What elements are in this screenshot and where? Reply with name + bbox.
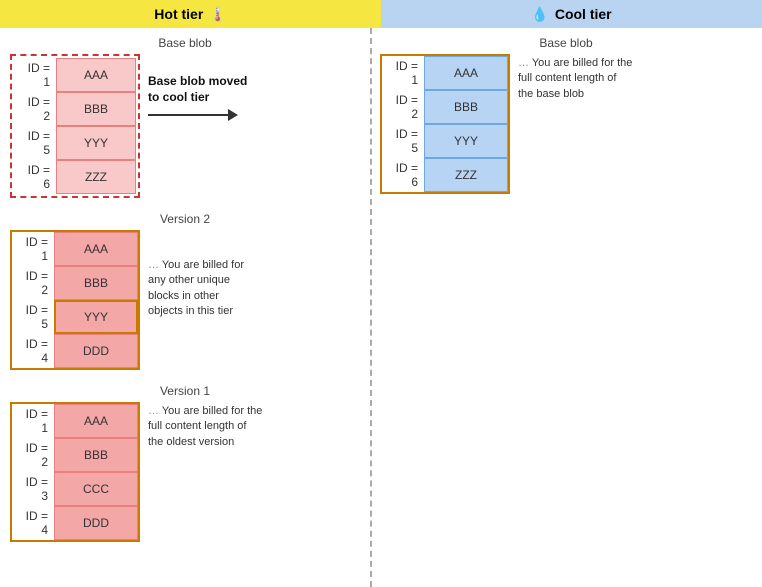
id-cell: ID = 1 <box>12 232 54 266</box>
data-cell-highlight: YYY <box>54 300 138 334</box>
hot-icon: 🌡️ <box>209 6 226 23</box>
data-cell: ZZZ <box>424 158 508 192</box>
table-row: ID = 2 BBB <box>14 92 136 126</box>
move-label: Base blob movedto cool tier <box>148 74 247 105</box>
cool-base-blob-wrapper: ID = 1 AAA ID = 2 BBB ID = 5 YYY ID = 6 … <box>380 54 510 194</box>
table-row: ID = 2 BBB <box>12 438 138 472</box>
table-row: ID = 2 BBB <box>382 90 508 124</box>
table-row: ID = 5 YYY <box>382 124 508 158</box>
data-cell: ZZZ <box>56 160 136 194</box>
hot-tier-text: Hot tier <box>154 6 203 22</box>
table-row: ID = 4 DDD <box>12 506 138 540</box>
id-cell: ID = 2 <box>12 266 54 300</box>
id-cell: ID = 1 <box>14 58 56 92</box>
version2-note: … You are billed forany other uniquebloc… <box>148 230 244 320</box>
version2-table-wrapper: ID = 1 AAA ID = 2 BBB ID = 5 YYY ID = <box>10 230 140 370</box>
id-cell: ID = 6 <box>382 158 424 192</box>
data-cell: BBB <box>424 90 508 124</box>
version2-table: ID = 1 AAA ID = 2 BBB ID = 5 YYY ID = <box>12 232 138 368</box>
table-row: ID = 1 AAA <box>12 404 138 438</box>
id-cell: ID = 4 <box>12 334 54 368</box>
data-cell: AAA <box>424 56 508 90</box>
cool-base-blob-title: Base blob <box>380 36 752 50</box>
table-row: ID = 5 YYY <box>14 126 136 160</box>
cool-icon: 💧 <box>531 6 548 23</box>
id-cell: ID = 3 <box>12 472 54 506</box>
version2-section: Version 2 ID = 1 AAA ID = 2 BBB ID = 5 <box>10 212 360 370</box>
data-cell: DDD <box>54 506 138 540</box>
id-cell: ID = 1 <box>382 56 424 90</box>
table-row: ID = 5 YYY <box>12 300 138 334</box>
table-row: ID = 3 CCC <box>12 472 138 506</box>
id-cell: ID = 2 <box>382 90 424 124</box>
data-cell: AAA <box>54 232 138 266</box>
data-cell: AAA <box>54 404 138 438</box>
arrow <box>148 109 238 121</box>
table-row: ID = 4 DDD <box>12 334 138 368</box>
base-blob-hot-title: Base blob <box>10 36 360 50</box>
id-cell: ID = 6 <box>14 160 56 194</box>
main-content: Base blob ID = 1 AAA ID = 2 BBB ID = 5 <box>0 28 762 587</box>
data-cell: BBB <box>54 438 138 472</box>
data-cell: DDD <box>54 334 138 368</box>
cool-side: Base blob ID = 1 AAA ID = 2 BBB ID = 5 Y… <box>370 28 762 587</box>
version1-table: ID = 1 AAA ID = 2 BBB ID = 3 CCC ID = <box>12 404 138 540</box>
data-cell: BBB <box>56 92 136 126</box>
id-cell: ID = 5 <box>14 126 56 160</box>
version1-title: Version 1 <box>10 384 360 398</box>
version2-title: Version 2 <box>10 212 360 226</box>
version1-table-wrapper: ID = 1 AAA ID = 2 BBB ID = 3 CCC ID = <box>10 402 140 542</box>
table-row: ID = 1 AAA <box>382 56 508 90</box>
id-cell: ID = 5 <box>12 300 54 334</box>
base-blob-hot-table-wrapper: ID = 1 AAA ID = 2 BBB ID = 5 YYY ID = <box>10 54 140 198</box>
data-cell: YYY <box>424 124 508 158</box>
id-cell: ID = 2 <box>14 92 56 126</box>
base-blob-hot-table: ID = 1 AAA ID = 2 BBB ID = 5 YYY ID = <box>14 58 136 194</box>
cool-tier-label: 💧 Cool tier <box>381 0 762 28</box>
hot-tier-label: Hot tier 🌡️ <box>0 0 381 28</box>
id-cell: ID = 4 <box>12 506 54 540</box>
cool-base-blob-note: … You are billed for thefull content len… <box>518 54 632 102</box>
id-cell: ID = 1 <box>12 404 54 438</box>
table-row: ID = 2 BBB <box>12 266 138 300</box>
table-row: ID = 1 AAA <box>12 232 138 266</box>
version1-note: … You are billed for thefull content len… <box>148 402 262 450</box>
data-cell: YYY <box>56 126 136 160</box>
table-row: ID = 6 ZZZ <box>382 158 508 192</box>
data-cell: AAA <box>56 58 136 92</box>
id-cell: ID = 5 <box>382 124 424 158</box>
version1-section: Version 1 ID = 1 AAA ID = 2 BBB ID = 3 <box>10 384 360 542</box>
id-cell: ID = 2 <box>12 438 54 472</box>
base-blob-hot-section: Base blob ID = 1 AAA ID = 2 BBB ID = 5 <box>10 36 360 198</box>
hot-side: Base blob ID = 1 AAA ID = 2 BBB ID = 5 <box>0 28 370 587</box>
cool-tier-text: Cool tier <box>555 6 612 22</box>
header: Hot tier 🌡️ 💧 Cool tier <box>0 0 762 28</box>
cool-base-blob-table: ID = 1 AAA ID = 2 BBB ID = 5 YYY ID = 6 … <box>382 56 508 192</box>
table-row: ID = 6 ZZZ <box>14 160 136 194</box>
data-cell: BBB <box>54 266 138 300</box>
data-cell: CCC <box>54 472 138 506</box>
table-row: ID = 1 AAA <box>14 58 136 92</box>
